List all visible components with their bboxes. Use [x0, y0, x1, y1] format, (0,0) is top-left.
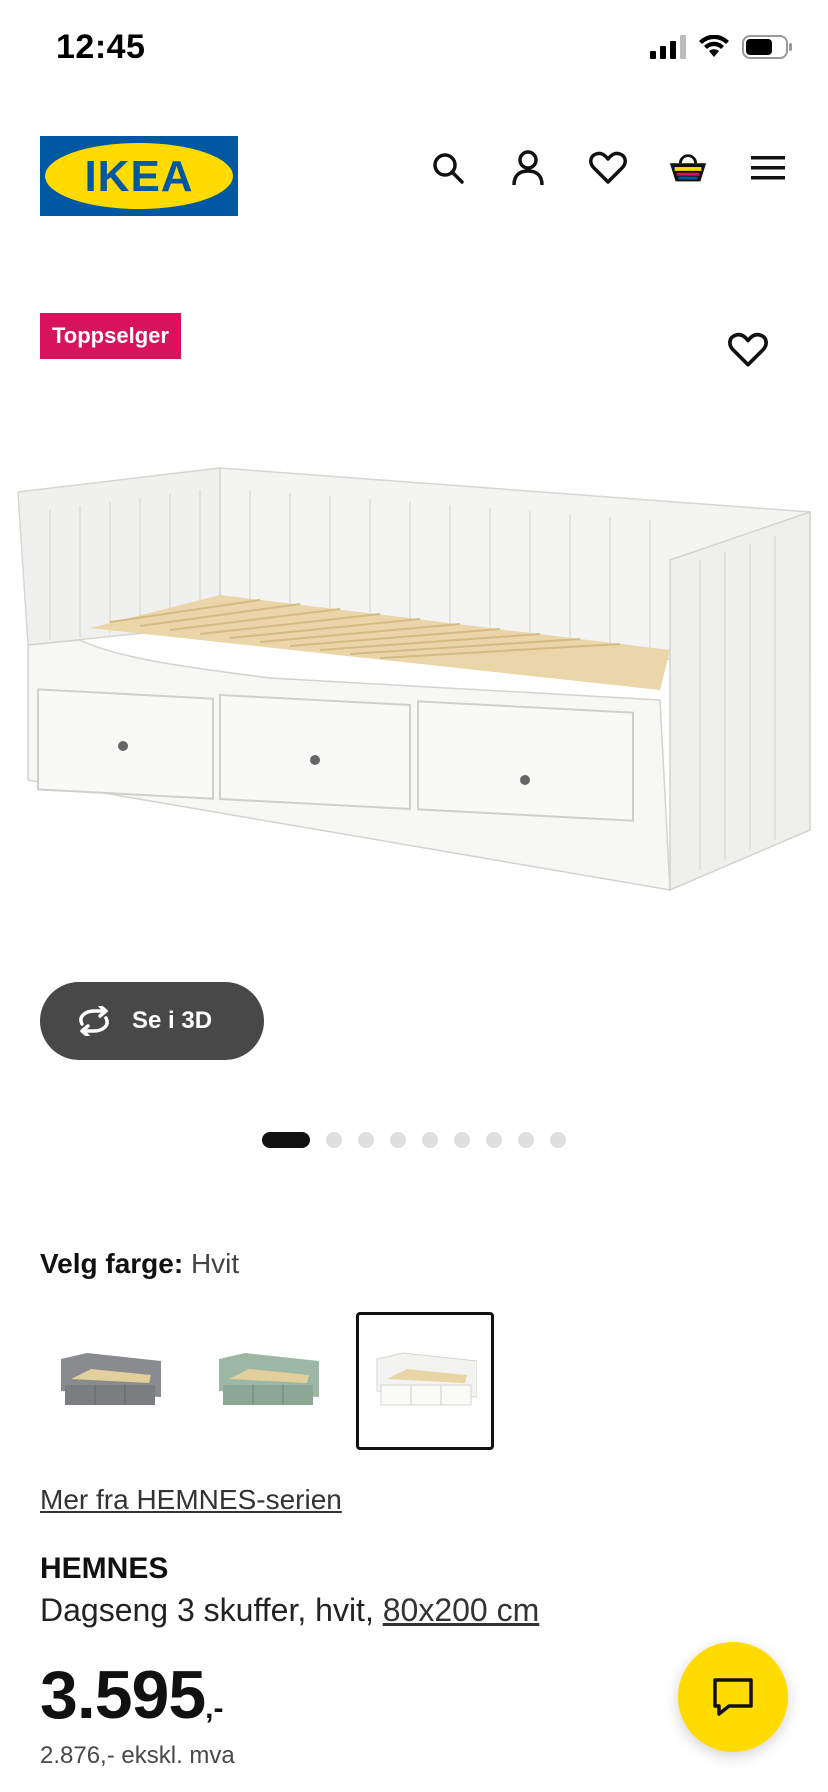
view-in-3d-button[interactable]: Se i 3D — [40, 982, 264, 1060]
status-time: 12:45 — [56, 28, 146, 66]
carousel-dot[interactable] — [454, 1132, 470, 1148]
carousel-dot[interactable] — [550, 1132, 566, 1148]
carousel-dot[interactable] — [390, 1132, 406, 1148]
swatch-green[interactable] — [198, 1312, 336, 1450]
color-swatches — [40, 1312, 494, 1450]
top-seller-badge: Toppselger — [40, 313, 181, 359]
signal-icon — [650, 35, 686, 59]
color-label: Velg farge: — [40, 1248, 184, 1279]
carousel-dot[interactable] — [262, 1132, 310, 1148]
ikea-logo[interactable]: IKEA — [40, 136, 238, 216]
carousel-dot[interactable] — [486, 1132, 502, 1148]
product-size-link[interactable]: 80x200 cm — [383, 1592, 540, 1628]
carousel-dot[interactable] — [422, 1132, 438, 1148]
account-icon[interactable] — [508, 148, 548, 188]
status-icons — [650, 34, 794, 60]
battery-icon — [742, 35, 792, 59]
status-bar: 12:45 — [0, 0, 828, 100]
chat-icon — [713, 1678, 753, 1716]
logo-text: IKEA — [84, 152, 193, 201]
swatch-grey[interactable] — [40, 1312, 178, 1450]
carousel-dot[interactable] — [358, 1132, 374, 1148]
image-carousel-dots — [262, 1132, 566, 1148]
favourites-icon[interactable] — [588, 148, 628, 188]
product-image[interactable] — [10, 450, 818, 920]
wifi-icon — [699, 35, 729, 57]
product-name: HEMNES — [40, 1552, 169, 1585]
chat-button[interactable] — [678, 1642, 788, 1752]
price: 3.595,- — [40, 1656, 224, 1734]
price-suffix: ,- — [205, 1692, 224, 1725]
series-link[interactable]: Mer fra HEMNES-serien — [40, 1484, 342, 1516]
site-header: IKEA — [0, 136, 828, 216]
selected-color: Hvit — [190, 1248, 240, 1279]
color-selector-label: Velg farge: Hvit — [40, 1248, 239, 1280]
cart-icon[interactable] — [668, 148, 708, 188]
add-to-favourites-icon[interactable] — [728, 332, 768, 372]
price-ex-vat: 2.876,- ekskl. mva — [40, 1742, 235, 1769]
price-main: 3.595 — [40, 1657, 206, 1733]
product-description: Dagseng 3 skuffer, hvit, 80x200 cm — [40, 1592, 539, 1629]
rotate-icon — [79, 1006, 109, 1036]
product-description-text: Dagseng 3 skuffer, hvit, — [40, 1592, 374, 1628]
carousel-dot[interactable] — [518, 1132, 534, 1148]
menu-icon[interactable] — [748, 148, 788, 188]
carousel-dot[interactable] — [326, 1132, 342, 1148]
header-nav — [428, 148, 788, 188]
search-icon[interactable] — [428, 148, 468, 188]
swatch-white[interactable] — [356, 1312, 494, 1450]
view-in-3d-label: Se i 3D — [132, 1007, 213, 1034]
